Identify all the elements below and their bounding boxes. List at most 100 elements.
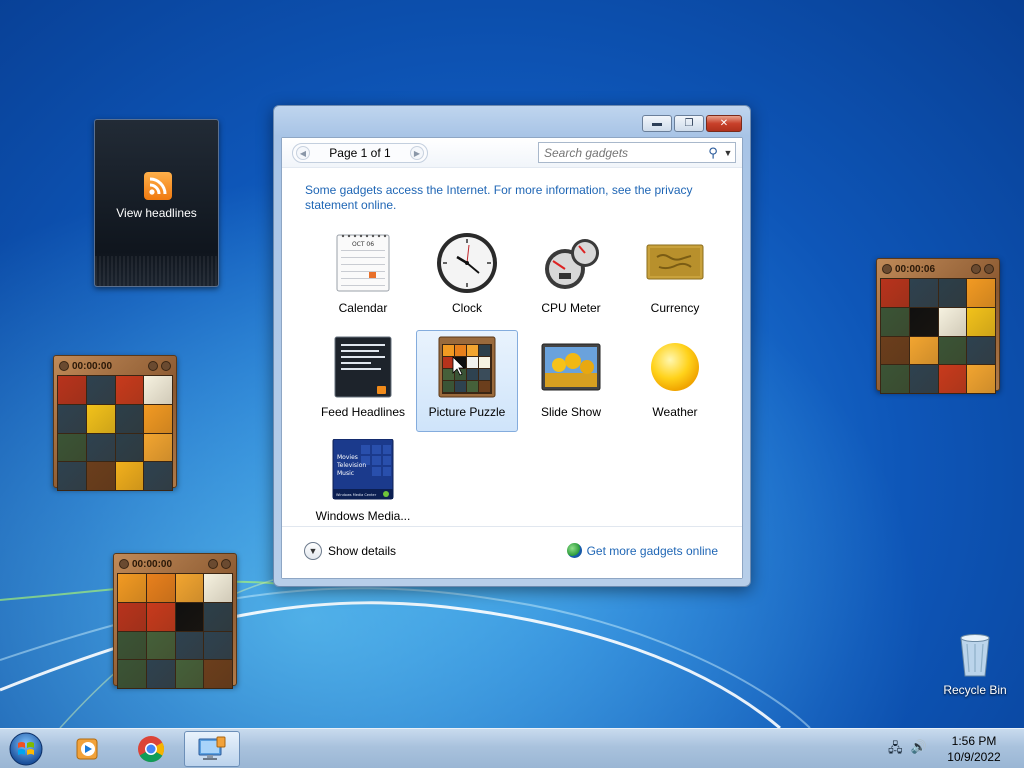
gadget-currency[interactable]: Currency bbox=[624, 226, 726, 328]
puzzle-tile[interactable] bbox=[938, 307, 967, 336]
puzzle-tile[interactable] bbox=[115, 433, 144, 462]
puzzle-tile[interactable] bbox=[204, 574, 232, 602]
puzzle-tile[interactable] bbox=[86, 462, 115, 490]
puzzle-tile[interactable] bbox=[967, 365, 995, 393]
next-page-button[interactable]: ▶ bbox=[409, 146, 424, 160]
puzzle-tile[interactable] bbox=[144, 462, 172, 490]
show-details-button[interactable]: ▼ Show details bbox=[304, 542, 396, 560]
gadget-cpu-meter[interactable]: CPU Meter bbox=[520, 226, 622, 328]
gallery-toolbar: ◀ Page 1 of 1 ▶ ⚲ ▼ bbox=[282, 138, 742, 168]
chrome-taskbar-button[interactable] bbox=[123, 731, 179, 767]
puzzle-tile[interactable] bbox=[938, 336, 967, 365]
gadget-windows-media-center[interactable]: Movies Television Music Windows Media Ce… bbox=[312, 434, 414, 536]
puzzle-tile[interactable] bbox=[967, 307, 995, 336]
puzzle-tile[interactable] bbox=[144, 433, 172, 462]
puzzle-tile[interactable] bbox=[204, 602, 232, 631]
puzzle-tile[interactable] bbox=[118, 660, 146, 688]
puzzle-reset-icon[interactable] bbox=[59, 361, 69, 371]
get-more-gadgets-link[interactable]: Get more gadgets online bbox=[566, 543, 718, 558]
puzzle-tile[interactable] bbox=[58, 462, 86, 490]
puzzle-tile[interactable] bbox=[144, 376, 172, 404]
view-headlines-label[interactable]: View headlines bbox=[95, 206, 218, 220]
chevron-down-icon[interactable]: ▼ bbox=[721, 143, 735, 162]
help-icon[interactable] bbox=[208, 559, 218, 569]
puzzle-tile[interactable] bbox=[58, 433, 86, 462]
help-icon[interactable] bbox=[148, 361, 158, 371]
gadget-weather[interactable]: Weather bbox=[624, 330, 726, 432]
puzzle-tile[interactable] bbox=[175, 660, 204, 688]
puzzle-tile[interactable] bbox=[938, 279, 967, 307]
chevron-right-icon: ▶ bbox=[413, 148, 421, 158]
puzzle-options-icon[interactable] bbox=[221, 559, 231, 569]
search-input[interactable] bbox=[539, 145, 705, 160]
picture-puzzle-gadget[interactable]: 00:00:06 bbox=[876, 258, 1000, 394]
puzzle-header: 00:00:00 bbox=[117, 557, 233, 571]
gadget-label: Currency bbox=[650, 301, 700, 315]
weather-icon bbox=[651, 343, 699, 391]
previous-page-button[interactable]: ◀ bbox=[296, 146, 310, 160]
puzzle-reset-icon[interactable] bbox=[119, 559, 129, 569]
puzzle-tile[interactable] bbox=[118, 574, 146, 602]
puzzle-tile[interactable] bbox=[175, 602, 204, 631]
restore-button[interactable]: ❐ bbox=[674, 115, 704, 132]
puzzle-tile[interactable] bbox=[204, 660, 232, 688]
puzzle-tile[interactable] bbox=[967, 279, 995, 307]
puzzle-tile[interactable] bbox=[146, 660, 175, 688]
puzzle-tile[interactable] bbox=[881, 365, 909, 393]
media-menu-movies: Movies bbox=[337, 454, 358, 461]
gadget-feed-headlines[interactable]: Feed Headlines bbox=[312, 330, 414, 432]
clock-icon bbox=[437, 233, 497, 293]
puzzle-tile[interactable] bbox=[909, 336, 938, 365]
puzzle-tile[interactable] bbox=[967, 336, 995, 365]
gadget-gallery-window: ▬ ❐ ✕ ◀ Page 1 of 1 ▶ ⚲ ▼ bbox=[273, 105, 751, 587]
privacy-notice-link[interactable]: Some gadgets access the Internet. For mo… bbox=[305, 183, 705, 213]
search-icon[interactable]: ⚲ bbox=[705, 145, 721, 161]
puzzle-tile[interactable] bbox=[175, 631, 204, 660]
puzzle-tile[interactable] bbox=[938, 365, 967, 393]
puzzle-tile[interactable] bbox=[175, 574, 204, 602]
puzzle-tile[interactable] bbox=[909, 307, 938, 336]
start-button[interactable] bbox=[6, 731, 46, 767]
puzzle-tile[interactable] bbox=[909, 365, 938, 393]
gadget-calendar[interactable]: OCT 06 Calendar bbox=[312, 226, 414, 328]
puzzle-reset-icon[interactable] bbox=[882, 264, 892, 274]
puzzle-options-icon[interactable] bbox=[161, 361, 171, 371]
puzzle-tile[interactable] bbox=[58, 376, 86, 404]
puzzle-tile[interactable] bbox=[115, 376, 144, 404]
puzzle-tile[interactable] bbox=[86, 404, 115, 433]
minimize-button[interactable]: ▬ bbox=[642, 115, 672, 132]
picture-puzzle-gadget[interactable]: 00:00:00 bbox=[113, 553, 237, 689]
puzzle-options-icon[interactable] bbox=[984, 264, 994, 274]
gadgets-taskbar-button[interactable] bbox=[184, 731, 240, 767]
recycle-bin[interactable]: Recycle Bin bbox=[938, 630, 1012, 697]
puzzle-tile[interactable] bbox=[58, 404, 86, 433]
gadget-clock[interactable]: Clock bbox=[416, 226, 518, 328]
close-button[interactable]: ✕ bbox=[706, 115, 742, 132]
puzzle-tile[interactable] bbox=[86, 433, 115, 462]
puzzle-tile[interactable] bbox=[118, 631, 146, 660]
gadget-picture-puzzle[interactable]: Picture Puzzle bbox=[416, 330, 518, 432]
puzzle-tile[interactable] bbox=[86, 376, 115, 404]
help-icon[interactable] bbox=[971, 264, 981, 274]
puzzle-tile[interactable] bbox=[115, 404, 144, 433]
puzzle-tile[interactable] bbox=[881, 307, 909, 336]
puzzle-timer: 00:00:06 bbox=[895, 263, 936, 275]
puzzle-tile[interactable] bbox=[146, 602, 175, 631]
puzzle-tile[interactable] bbox=[144, 404, 172, 433]
network-icon[interactable]: 🖧 bbox=[888, 739, 903, 761]
picture-puzzle-gadget[interactable]: 00:00:00 bbox=[53, 355, 177, 491]
media-player-taskbar-button[interactable] bbox=[60, 731, 116, 767]
puzzle-tile[interactable] bbox=[118, 602, 146, 631]
puzzle-tile[interactable] bbox=[909, 279, 938, 307]
puzzle-tile[interactable] bbox=[146, 631, 175, 660]
puzzle-tile[interactable] bbox=[146, 574, 175, 602]
puzzle-tile[interactable] bbox=[204, 631, 232, 660]
puzzle-tile[interactable] bbox=[115, 462, 144, 490]
puzzle-tile[interactable] bbox=[881, 279, 909, 307]
volume-icon[interactable]: 🔊 bbox=[911, 739, 927, 761]
puzzle-tile[interactable] bbox=[881, 336, 909, 365]
feed-headlines-gadget[interactable]: View headlines bbox=[94, 119, 219, 287]
taskbar-clock[interactable]: 1:56 PM 10/9/2022 bbox=[940, 733, 1008, 765]
gadget-slide-show[interactable]: Slide Show bbox=[520, 330, 622, 432]
windows-media-center-icon: Movies Television Music Windows Media Ce… bbox=[332, 439, 394, 500]
